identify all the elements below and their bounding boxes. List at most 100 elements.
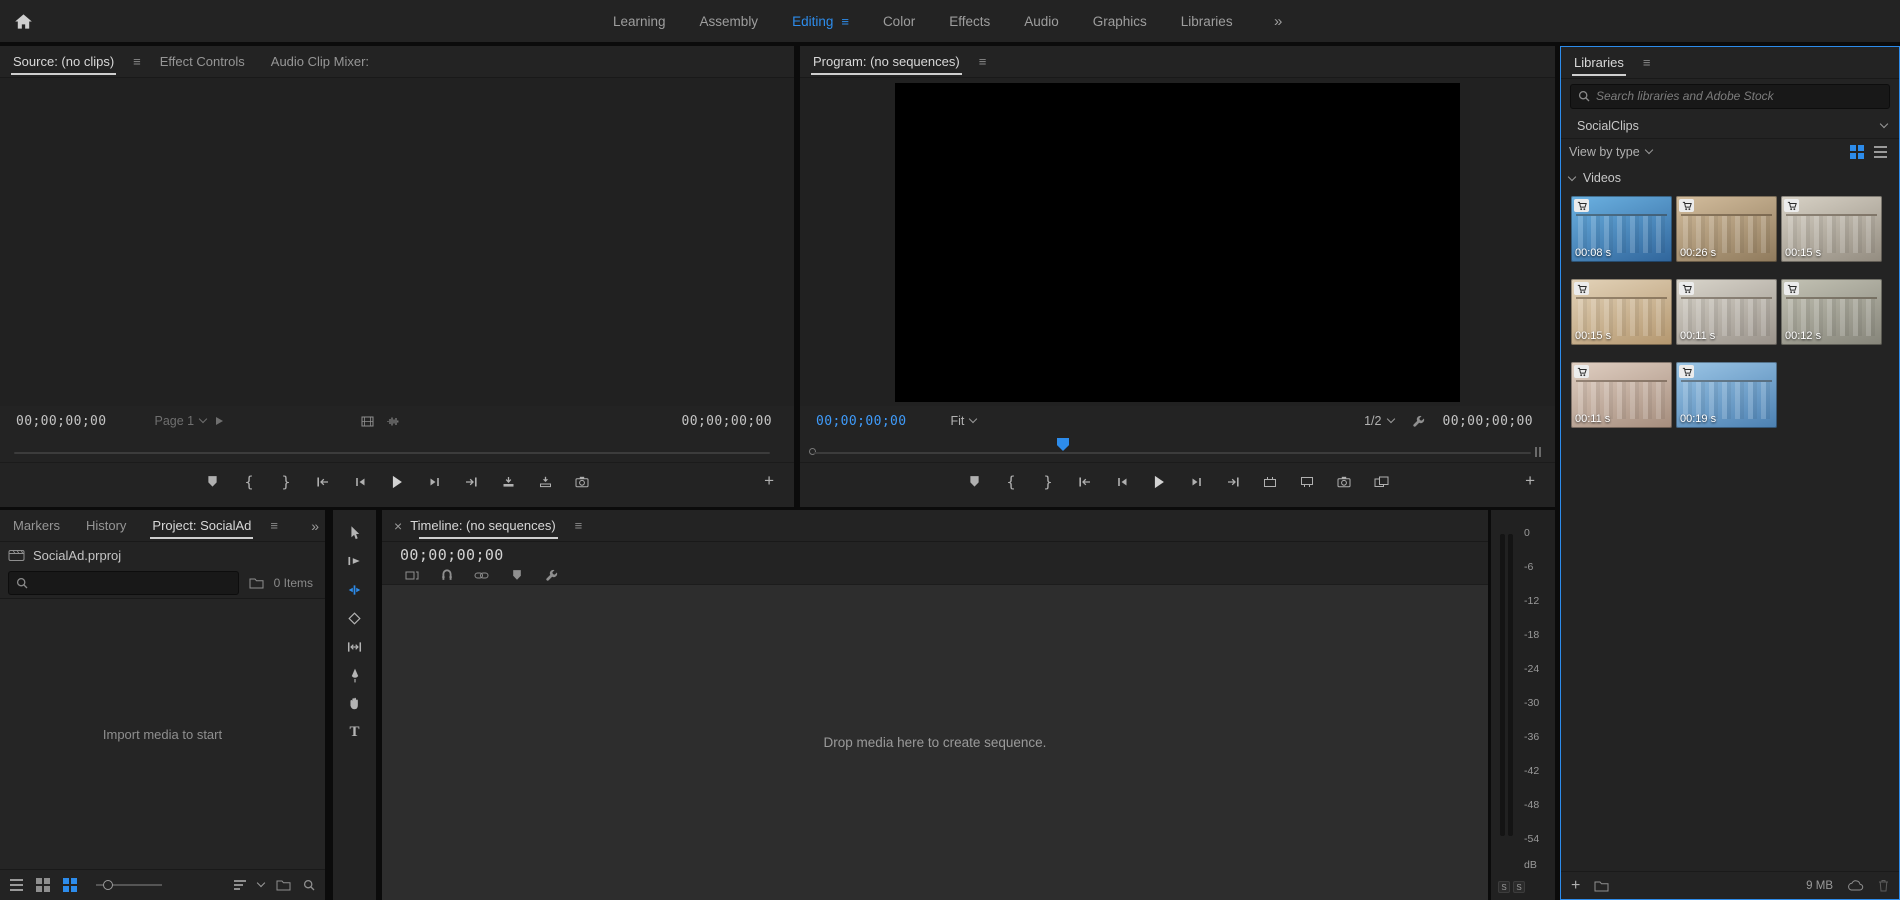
library-video-thumb[interactable]: 00:15 s [1571,279,1672,345]
tab-markers[interactable]: Markers [0,510,73,542]
panel-menu-icon[interactable]: ≡ [569,518,589,533]
export-frame-icon[interactable] [1336,473,1353,490]
goto-in-icon[interactable] [315,473,332,490]
folder-icon[interactable] [1594,880,1609,892]
cart-icon[interactable] [1679,282,1694,295]
resolution-dropdown[interactable]: 1/2 [1364,414,1393,428]
workspace-tab-color[interactable]: Color [866,14,932,29]
libraries-searchbox[interactable] [1570,84,1890,109]
solo-left-button[interactable]: S [1498,881,1510,893]
cloud-sync-icon[interactable] [1847,880,1864,891]
cart-icon[interactable] [1679,365,1694,378]
timeline-settings-icon[interactable] [544,568,559,582]
step-forward-icon[interactable] [426,473,443,490]
videos-section-header[interactable]: Videos [1561,165,1899,191]
add-marker-icon[interactable] [509,568,524,582]
timeline-drop-area[interactable]: Drop media here to create sequence. [382,585,1488,900]
cart-icon[interactable] [1574,365,1589,378]
tab-project[interactable]: Project: SocialAd [139,510,264,542]
step-back-icon[interactable] [352,473,369,490]
open-folder-icon[interactable] [249,577,264,589]
zoom-slider-knob[interactable] [103,880,113,890]
new-bin-icon[interactable] [276,879,291,891]
library-video-thumb[interactable]: 00:15 s [1781,196,1882,262]
workspace-tab-effects[interactable]: Effects [932,14,1007,29]
insert-icon[interactable] [500,473,517,490]
project-media-area[interactable]: Import media to start [0,598,325,870]
solo-right-button[interactable]: S [1513,881,1525,893]
button-editor-icon[interactable]: + [764,471,774,491]
list-view-icon[interactable] [1874,146,1887,158]
find-icon[interactable] [303,879,315,891]
selection-tool[interactable] [345,524,365,541]
panel-menu-icon[interactable]: ≡ [1637,55,1657,70]
tab-timeline[interactable]: Timeline: (no sequences) [408,510,568,542]
project-searchbox[interactable] [8,571,239,595]
cart-icon[interactable] [1784,282,1799,295]
cart-icon[interactable] [1679,199,1694,212]
library-video-thumb[interactable]: 00:11 s [1676,279,1777,345]
button-editor-icon[interactable]: + [1525,471,1535,491]
library-video-thumb[interactable]: 00:26 s [1676,196,1777,262]
cart-icon[interactable] [1574,199,1589,212]
fit-dropdown[interactable]: Fit [951,414,977,428]
scrubber-end-handle[interactable] [1535,447,1541,457]
panel-menu-icon[interactable]: ≡ [264,518,284,533]
nest-toggle-icon[interactable] [404,568,419,582]
mark-in-icon[interactable]: { [1003,473,1020,490]
panel-menu-icon[interactable]: ≡ [127,54,147,69]
mark-in-icon[interactable]: { [241,473,258,490]
goto-in-icon[interactable] [1077,473,1094,490]
library-video-thumb[interactable]: 00:19 s [1676,362,1777,428]
add-library-item-icon[interactable]: + [1571,877,1580,895]
comparison-view-icon[interactable] [1373,473,1390,490]
step-back-icon[interactable] [1114,473,1131,490]
workspace-tab-graphics[interactable]: Graphics [1076,14,1164,29]
sort-icon[interactable] [234,880,246,890]
timeline-timecode[interactable]: 00;00;00;00 [400,546,504,564]
library-video-thumb[interactable]: 00:12 s [1781,279,1882,345]
play-icon[interactable] [389,473,406,490]
tab-source[interactable]: Source: (no clips) [0,46,127,78]
step-forward-icon[interactable] [1188,473,1205,490]
library-video-thumb[interactable]: 00:11 s [1571,362,1672,428]
tab-audio-clip-mixer[interactable]: Audio Clip Mixer: [258,46,382,78]
panel-menu-icon[interactable]: ≡ [973,54,993,69]
workspace-tab-learning[interactable]: Learning [596,14,683,29]
slip-tool[interactable] [345,638,365,655]
source-timecode[interactable]: 00;00;00;00 [16,414,107,429]
tab-libraries[interactable]: Libraries [1561,47,1637,79]
drag-video-icon[interactable] [361,416,374,427]
library-video-thumb[interactable]: 00:08 s [1571,196,1672,262]
tab-program[interactable]: Program: (no sequences) [800,46,973,78]
lift-icon[interactable] [1262,473,1279,490]
scrubber-track[interactable] [814,452,1531,454]
workspace-tab-editing[interactable]: Editing≡ [775,14,866,29]
mark-out-icon[interactable]: } [1040,473,1057,490]
program-timecode[interactable]: 00;00;00;00 [816,414,907,429]
goto-out-icon[interactable] [463,473,480,490]
playhead-marker[interactable] [1057,438,1069,451]
libraries-search-input[interactable] [1596,89,1882,103]
extract-icon[interactable] [1299,473,1316,490]
workspace-menu-icon[interactable]: ≡ [841,14,849,29]
project-search-input[interactable] [34,576,231,590]
cart-icon[interactable] [1784,199,1799,212]
library-selector[interactable]: SocialClips [1561,113,1899,139]
settings-wrench-icon[interactable] [1412,415,1425,428]
play-icon[interactable] [1151,473,1168,490]
project-file-row[interactable]: SocialAd.prproj [0,542,325,568]
trash-icon[interactable] [1878,879,1889,892]
workspace-overflow-icon[interactable]: » [1274,0,1282,42]
workspace-tab-audio[interactable]: Audio [1007,14,1076,29]
ripple-edit-tool[interactable] [345,581,365,598]
grid-view-icon[interactable] [1850,145,1864,159]
list-view-icon[interactable] [10,879,23,891]
home-icon[interactable] [14,13,33,30]
add-marker-icon[interactable] [204,473,221,490]
overwrite-icon[interactable] [537,473,554,490]
icon-view-icon[interactable] [36,878,50,892]
cart-icon[interactable] [1574,282,1589,295]
goto-out-icon[interactable] [1225,473,1242,490]
snap-icon[interactable] [439,568,454,582]
